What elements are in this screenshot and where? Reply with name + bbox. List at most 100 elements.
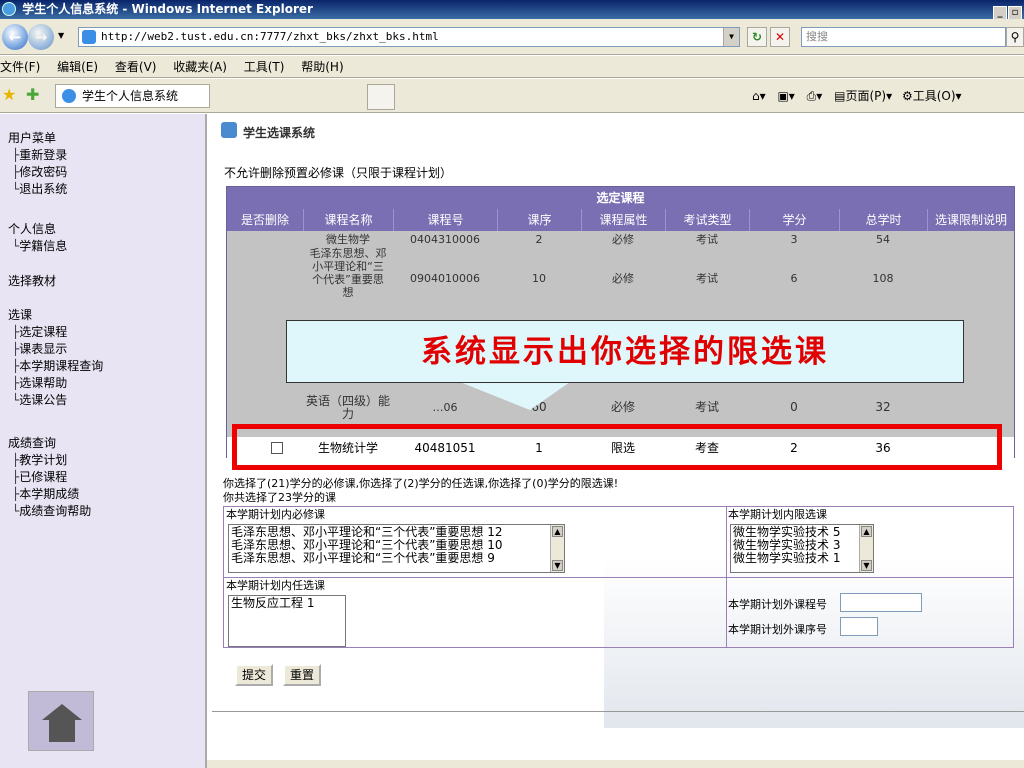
- scrollbar[interactable]: ▲ ▼: [859, 525, 873, 572]
- navigation-bar: ← → ▼ http://web2.tust.edu.cn:7777/zhxt_…: [0, 19, 1024, 55]
- reset-button[interactable]: 重置: [283, 664, 321, 686]
- list-item[interactable]: 生物反应工程 1: [231, 597, 343, 610]
- table-caption: 选定课程: [227, 187, 1014, 209]
- new-tab-button[interactable]: [367, 84, 395, 110]
- sidebar-title-user-menu: 用户菜单: [8, 131, 57, 145]
- required-plan-list[interactable]: 毛泽东思想、邓小平理论和“三个代表”重要思想 12 毛泽东思想、邓小平理论和“三…: [228, 524, 565, 573]
- add-favorite-icon[interactable]: ✚: [26, 85, 39, 104]
- menu-view[interactable]: 查看(V): [115, 60, 157, 74]
- page-menu[interactable]: ▤页面(P)▾: [834, 89, 892, 103]
- outside-course-no-label: 本学期计划外课程号: [728, 598, 827, 611]
- sidebar-item-select-textbooks[interactable]: 选择教材: [8, 273, 56, 290]
- command-bar: ⌂▾ ▣▾ ⎙▾ ▤页面(P)▾ ⚙工具(O)▾: [752, 85, 962, 107]
- credit-summary-line1: 你选择了(21)学分的必修课,你选择了(2)学分的任选课,你选择了(0)学分的限…: [223, 477, 619, 490]
- menu-edit[interactable]: 编辑(E): [57, 60, 98, 74]
- scrollbar[interactable]: ▲ ▼: [550, 525, 564, 572]
- col-header-attr: 课程属性: [581, 209, 665, 231]
- page-title: 学生选课系统: [221, 122, 315, 141]
- credit-summary-line2: 你共选择了23学分的课: [223, 491, 336, 504]
- minimize-button[interactable]: _: [993, 6, 1007, 20]
- required-plan-label: 本学期计划内必修课: [226, 508, 325, 521]
- refresh-button[interactable]: ↻: [747, 27, 767, 47]
- sidebar-title-courses: 选课: [8, 308, 33, 322]
- col-header-exam: 考试类型: [665, 209, 749, 231]
- restricted-plan-label: 本学期计划内限选课: [728, 508, 827, 521]
- search-input[interactable]: 搜搜: [801, 27, 1006, 47]
- house-icon: [42, 704, 82, 720]
- address-url[interactable]: http://web2.tust.edu.cn:7777/zhxt_bks/zh…: [101, 30, 439, 43]
- credit-summary: 你选择了(21)学分的必修课,你选择了(2)学分的任选课,你选择了(0)学分的限…: [223, 477, 618, 505]
- search-icon[interactable]: ⚲: [1006, 27, 1024, 47]
- sidebar-item-course-help[interactable]: 选课帮助: [8, 375, 103, 392]
- favorites-bar: ★ ✚ 学生个人信息系统 ⌂▾ ▣▾ ⎙▾ ▤页面(P)▾ ⚙工具(O)▾: [0, 79, 1024, 113]
- menu-bar: 文件(F) 编辑(E) 查看(V) 收藏夹(A) 工具(T) 帮助(H): [0, 56, 1024, 78]
- ie-logo-icon: [2, 2, 16, 16]
- outside-course-no-input[interactable]: [840, 593, 922, 612]
- sidebar-item-term-grades[interactable]: 本学期成绩: [8, 486, 91, 503]
- sidebar-title-personal: 个人信息: [8, 222, 57, 236]
- sidebar-item-grades-help[interactable]: 成绩查询帮助: [8, 503, 91, 520]
- address-dropdown-icon[interactable]: ▼: [723, 28, 739, 46]
- sidebar-group-user: 用户菜单 重新登录 修改密码 退出系统: [8, 130, 67, 198]
- history-dropdown-icon[interactable]: ▼: [58, 31, 64, 40]
- outside-seq-no-label: 本学期计划外课序号: [728, 623, 827, 636]
- restore-button[interactable]: ▫: [1008, 6, 1022, 20]
- feeds-icon[interactable]: ▣▾: [777, 89, 794, 103]
- sidebar-item-course-notice[interactable]: 选课公告: [8, 392, 103, 409]
- outside-seq-no-input[interactable]: [840, 617, 878, 636]
- sidebar-group-personal: 个人信息 学籍信息: [8, 221, 67, 255]
- menu-help[interactable]: 帮助(H): [301, 60, 343, 74]
- menu-favorites[interactable]: 收藏夹(A): [173, 60, 227, 74]
- col-header-hours: 总学时: [839, 209, 927, 231]
- forward-button[interactable]: →: [28, 24, 54, 50]
- elective-plan-label: 本学期计划内任选课: [226, 579, 325, 592]
- callout-pointer: [460, 382, 570, 410]
- tab-label[interactable]: 学生个人信息系统: [82, 89, 178, 103]
- window-titlebar: 学生个人信息系统 - Windows Internet Explorer _ ▫: [0, 0, 1024, 20]
- list-item[interactable]: 微生物学实验技术 1: [733, 552, 871, 565]
- home-button[interactable]: [28, 691, 94, 751]
- sidebar-item-timetable[interactable]: 课表显示: [8, 341, 103, 358]
- sidebar-item-logout[interactable]: 退出系统: [8, 181, 67, 198]
- address-bar[interactable]: http://web2.tust.edu.cn:7777/zhxt_bks/zh…: [78, 27, 740, 47]
- menu-tools[interactable]: 工具(T): [244, 60, 285, 74]
- sidebar-item-completed-courses[interactable]: 已修课程: [8, 469, 91, 486]
- sidebar-title-grades: 成绩查询: [8, 436, 57, 450]
- col-header-limit-note: 选课限制说明: [927, 209, 1014, 231]
- elective-plan-list[interactable]: 生物反应工程 1: [228, 595, 346, 647]
- restricted-plan-list[interactable]: 微生物学实验技术 5 微生物学实验技术 3 微生物学实验技术 1 ▲ ▼: [730, 524, 874, 573]
- menu-file[interactable]: 文件(F): [0, 60, 40, 74]
- submit-button[interactable]: 提交: [235, 664, 273, 686]
- sidebar-item-selected-courses[interactable]: 选定课程: [8, 324, 103, 341]
- system-icon: [221, 122, 237, 138]
- sidebar-group-courses: 选课 选定课程 课表显示 本学期课程查询 选课帮助 选课公告: [8, 307, 103, 409]
- home-icon[interactable]: ⌂▾: [752, 89, 766, 103]
- col-header-delete: 是否删除: [240, 213, 289, 227]
- sidebar-group-textbooks: 选择教材: [8, 273, 56, 290]
- print-icon[interactable]: ⎙▾: [807, 89, 823, 103]
- tab-current[interactable]: 学生个人信息系统: [55, 84, 210, 108]
- plan-selection-panel: 本学期计划内必修课 毛泽东思想、邓小平理论和“三个代表”重要思想 12 毛泽东思…: [223, 506, 1014, 648]
- divider: [212, 711, 1024, 712]
- col-header-seq: 课序: [497, 209, 581, 231]
- back-button[interactable]: ←: [2, 24, 28, 50]
- stop-button[interactable]: ✕: [770, 27, 790, 47]
- sidebar-item-change-password[interactable]: 修改密码: [8, 164, 67, 181]
- page-icon: [82, 30, 96, 44]
- sidebar-group-grades: 成绩查询 教学计划 已修课程 本学期成绩 成绩查询帮助: [8, 435, 91, 520]
- tools-menu[interactable]: ⚙工具(O)▾: [902, 89, 962, 103]
- col-header-course-name: 课程名称: [303, 209, 393, 231]
- sidebar-item-student-record[interactable]: 学籍信息: [8, 238, 67, 255]
- table-header: 是否删除 课程名称 课程号 课序 课程属性 考试类型 学分 总学时 选课限制说明: [227, 209, 1014, 231]
- highlight-frame: [232, 424, 1002, 470]
- col-header-credit: 学分: [749, 209, 839, 231]
- list-item[interactable]: 毛泽东思想、邓小平理论和“三个代表”重要思想 9: [231, 552, 562, 565]
- favorites-star-icon[interactable]: ★: [2, 85, 16, 104]
- sidebar-item-relogin[interactable]: 重新登录: [8, 147, 67, 164]
- sidebar-item-course-query[interactable]: 本学期课程查询: [8, 358, 103, 375]
- col-header-course-code: 课程号: [393, 209, 497, 231]
- annotation-callout: 系统显示出你选择的限选课: [286, 320, 964, 383]
- tab-page-icon: [62, 89, 76, 103]
- status-bar: [207, 760, 1024, 768]
- sidebar-item-teaching-plan[interactable]: 教学计划: [8, 452, 91, 469]
